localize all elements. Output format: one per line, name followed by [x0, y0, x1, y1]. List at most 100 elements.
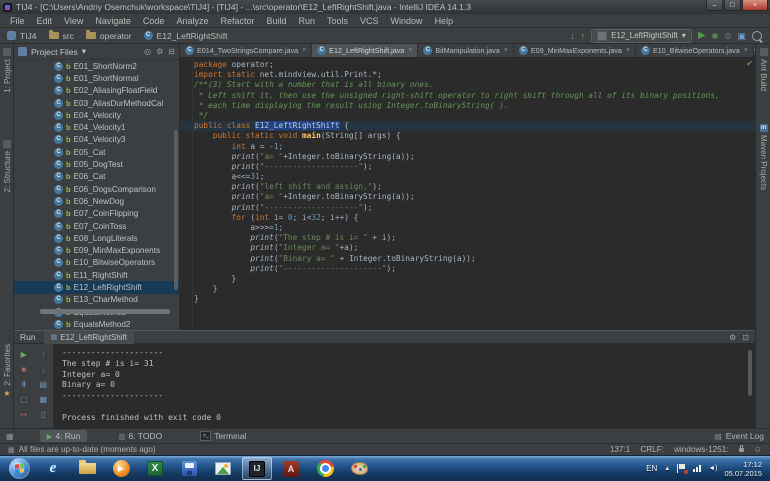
menu-refactor[interactable]: Refactor: [214, 16, 260, 26]
tool-window-switcher-icon[interactable]: ▦: [6, 432, 14, 441]
soft-wrap-icon[interactable]: ▤: [39, 380, 47, 389]
tool-button-todo[interactable]: ▥ 6: TODO: [111, 430, 169, 442]
editor-tab[interactable]: C E12_LeftRightShift.java ×: [312, 44, 419, 57]
taskbar-photo-viewer[interactable]: [208, 457, 238, 480]
editor-tab[interactable]: C E10_BitwiseOperators.java ×: [636, 44, 754, 57]
tree-item[interactable]: Cb E02_AliasingFloatField: [14, 85, 179, 97]
run-button[interactable]: ▶: [698, 30, 706, 41]
menu-edit[interactable]: Edit: [31, 16, 59, 26]
tool-window-icon[interactable]: ▣: [737, 31, 746, 41]
clear-console-icon[interactable]: ▯: [41, 410, 45, 419]
taskbar-internet-explorer[interactable]: e: [38, 457, 68, 480]
tool-button-favorites[interactable]: 2: Favorites ★: [0, 344, 14, 398]
menu-vcs[interactable]: VCS: [354, 16, 385, 26]
close-icon[interactable]: ×: [504, 47, 508, 54]
tree-item[interactable]: Cb E07_CoinToss: [14, 220, 179, 232]
tree-vertical-scrollbar[interactable]: [174, 130, 178, 290]
tree-item[interactable]: Cb E05_DogTest: [14, 158, 179, 170]
tree-item[interactable]: Cb E04_Velocity: [14, 109, 179, 121]
lock-icon[interactable]: [738, 444, 744, 452]
breadcrumb-E12_LeftRightShift[interactable]: C E12_LeftRightShift: [143, 31, 227, 41]
tree-item[interactable]: Cb E08_LongLiterals: [14, 232, 179, 244]
console-output[interactable]: --------------------- The step # is i= 31…: [62, 348, 743, 424]
hector-icon[interactable]: ☺: [754, 445, 762, 454]
exit-icon[interactable]: ↦: [20, 410, 27, 419]
tree-item[interactable]: Cb EqualsMethod2: [14, 318, 179, 330]
tool-button-ant-build[interactable]: Ant Build: [756, 48, 770, 91]
close-button[interactable]: ×: [742, 0, 768, 11]
tree-item[interactable]: Cb E04_Velocity3: [14, 134, 179, 146]
tool-button-terminal[interactable]: >_ Terminal: [193, 430, 253, 442]
menu-window[interactable]: Window: [385, 16, 429, 26]
tool-button-maven-projects[interactable]: m Maven Projects: [756, 124, 770, 190]
tree-item[interactable]: Cb E01_ShortNorm2: [14, 60, 179, 72]
menu-code[interactable]: Code: [137, 16, 171, 26]
debug-button[interactable]: ◉: [712, 31, 719, 41]
taskbar-paint[interactable]: [344, 457, 374, 480]
search-icon[interactable]: [752, 30, 762, 41]
vcs-update-icon[interactable]: ↓: [570, 31, 575, 41]
locate-icon[interactable]: ◎: [144, 47, 151, 56]
up-stacktrace-icon[interactable]: ↑: [41, 350, 45, 359]
rerun-button[interactable]: ▶: [21, 350, 27, 359]
tree-item[interactable]: Cb E12_LeftRightShift: [14, 281, 179, 294]
scroll-to-end-icon[interactable]: ▦: [39, 395, 47, 404]
tree-item[interactable]: Cb E01_ShortNormal: [14, 72, 179, 84]
coverage-button[interactable]: ◎: [725, 31, 732, 41]
event-log-button[interactable]: ▤ Event Log: [715, 431, 764, 441]
tree-item[interactable]: Cb E06_NewDog: [14, 195, 179, 207]
collapse-all-icon[interactable]: ⊟: [168, 47, 175, 56]
close-icon[interactable]: ×: [744, 47, 748, 54]
menu-view[interactable]: View: [58, 16, 89, 26]
menu-navigate[interactable]: Navigate: [89, 16, 137, 26]
close-icon[interactable]: ×: [408, 47, 412, 54]
tray-expand-icon[interactable]: ▲: [664, 466, 670, 472]
menu-analyze[interactable]: Analyze: [170, 16, 214, 26]
taskbar-media-player[interactable]: ▶: [106, 457, 136, 480]
tree-item[interactable]: Cb E09_MinMaxExponents: [14, 244, 179, 256]
tree-item[interactable]: Cb E07_CoinFlipping: [14, 208, 179, 220]
tree-item[interactable]: Cb E13_CharMethod: [14, 294, 179, 306]
gear-icon[interactable]: ⚙: [729, 333, 736, 342]
project-view-title[interactable]: Project Files: [31, 47, 78, 57]
tree-item[interactable]: Cb E05_Cat: [14, 146, 179, 158]
pause-output-button[interactable]: Ⅱ: [22, 380, 26, 389]
vcs-commit-icon[interactable]: ↑: [581, 31, 586, 41]
speaker-icon[interactable]: ◄): [708, 465, 717, 472]
tool-button-structure[interactable]: 2: Structure: [0, 140, 14, 192]
language-indicator[interactable]: EN: [646, 464, 657, 473]
taskbar-disk-app[interactable]: [174, 457, 204, 480]
tree-item[interactable]: Cb E04_Velocity1: [14, 121, 179, 133]
action-center-flag-icon[interactable]: [677, 464, 689, 474]
menu-tools[interactable]: Tools: [321, 16, 354, 26]
taskbar-excel[interactable]: X: [140, 457, 170, 480]
taskbar-chrome[interactable]: [310, 457, 340, 480]
breadcrumb-TIJ4[interactable]: TIJ4: [7, 31, 37, 41]
taskbar-intellij-idea[interactable]: IJ: [242, 457, 272, 480]
restore-layout-icon[interactable]: ▢: [20, 395, 28, 404]
hide-panel-icon[interactable]: ⊡: [742, 333, 749, 342]
breadcrumb-operator[interactable]: operator: [85, 30, 132, 41]
tree-horizontal-scrollbar[interactable]: [40, 309, 170, 314]
console-scrollbar[interactable]: [748, 350, 752, 396]
gear-icon[interactable]: ⚙: [156, 47, 163, 56]
caret-position[interactable]: 137:1: [610, 445, 631, 454]
editor-tab[interactable]: C E09_MinMaxExponents.java ×: [514, 44, 636, 57]
menu-help[interactable]: Help: [429, 16, 460, 26]
maximize-button[interactable]: □: [724, 0, 741, 11]
taskbar-file-explorer[interactable]: [72, 457, 102, 480]
stop-button[interactable]: ■: [21, 365, 26, 374]
code-editor[interactable]: package operator; import static net.mindv…: [180, 58, 755, 330]
menu-file[interactable]: File: [4, 16, 31, 26]
run-configuration-select[interactable]: E12_LeftRightShift ▾: [591, 28, 692, 43]
taskbar-clock[interactable]: 17:12 05.07.2015: [724, 460, 762, 478]
taskbar-adobe-reader[interactable]: A: [276, 457, 306, 480]
breadcrumb-src[interactable]: src: [48, 30, 74, 41]
network-icon[interactable]: [693, 465, 702, 472]
tool-button-run[interactable]: ▶ 4: Run: [39, 430, 88, 442]
menu-run[interactable]: Run: [293, 16, 322, 26]
down-stacktrace-icon[interactable]: ↓: [41, 365, 45, 374]
chevron-down-icon[interactable]: ▾: [82, 46, 86, 57]
menu-build[interactable]: Build: [260, 16, 292, 26]
editor-tab[interactable]: C E014_TwoStringsCompare.java ×: [180, 44, 313, 57]
